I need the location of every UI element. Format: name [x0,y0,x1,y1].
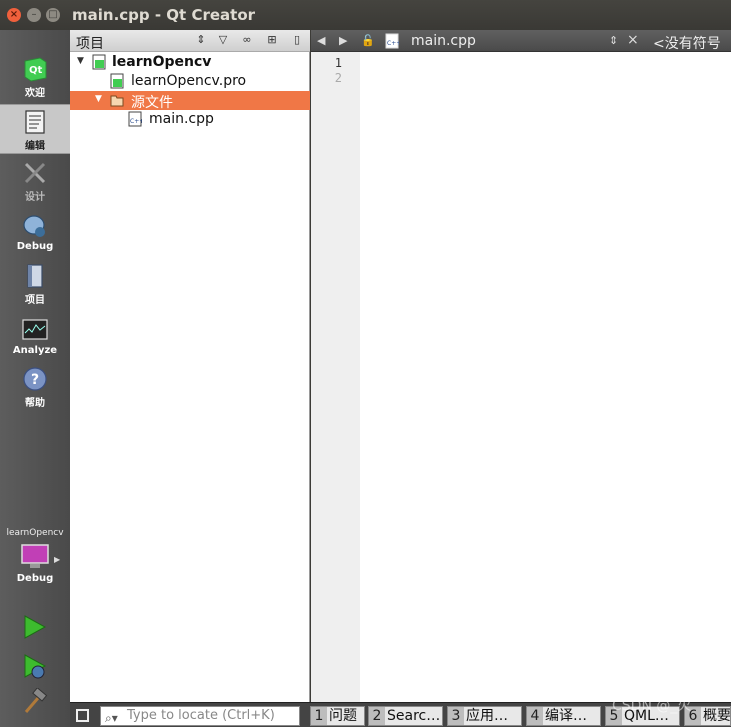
locator-placeholder: Type to locate (Ctrl+K) [127,708,275,723]
window-maximize-button[interactable]: □ [46,8,60,22]
mode-label: 编辑 [25,141,45,152]
line-number: 1 [334,56,342,70]
edit-document-icon [25,110,45,134]
mode-welcome[interactable]: Qt 欢迎 [0,56,70,104]
mode-projects[interactable]: 项目 [0,263,70,309]
search-icon: ⌕▾ [105,711,118,725]
window-close-button[interactable]: × [7,8,21,22]
output-tab-app-output[interactable]: 3 应用… [447,706,522,726]
editor-toolbar: ◀ ▶ 🔓 C++ main.cpp ⇕ × <没有符号> [311,30,731,69]
window-title: main.cpp - Qt Creator [72,6,256,24]
mode-label: Analyze [12,345,58,356]
updown-arrows-icon[interactable]: ⇕ [194,33,208,47]
locator-input[interactable]: ⌕▾ Type to locate (Ctrl+K) [100,706,300,726]
debug-run-icon[interactable] [20,652,48,680]
cpp-file-icon: C++ [385,33,399,49]
project-folder-icon [27,264,43,288]
tree-item-label: learnOpencv.pro [131,73,247,89]
monitor-icon [21,544,49,568]
mode-debug[interactable]: Debug [0,213,70,259]
mode-label: Debug [16,241,54,252]
code-editor[interactable] [360,52,731,702]
close-document-icon[interactable]: × [627,32,639,48]
help-icon: ? [23,367,47,391]
build-hammer-icon[interactable] [20,688,48,716]
tree-item-project[interactable]: ▼ learnOpencv [70,53,310,72]
updown-arrows-icon[interactable]: ⇕ [609,34,618,47]
project-tree: ▼ learnOpencv learnOpencv.pro ▼ 源文件 C++ … [70,52,310,702]
project-pane-toolbar: 项目 ⇕ ▽ ∞ ⊞ ▯ [70,30,310,52]
analyze-monitor-icon [22,319,48,340]
mode-help[interactable]: ? 帮助 [0,366,70,412]
mode-analyze[interactable]: Analyze [0,317,70,363]
line-number-gutter: 1 2 [311,52,360,702]
expand-arrow-icon[interactable]: ▼ [95,94,102,104]
svg-text:C++: C++ [130,118,142,125]
chevron-right-icon: ▶ [54,555,61,564]
split-icon[interactable]: ⊞ [265,33,279,47]
nav-forward-icon[interactable]: ▶ [339,34,347,47]
tree-item-label: 源文件 [131,95,173,111]
output-tab-compile[interactable]: 4 编译… [526,706,601,726]
expand-arrow-icon[interactable]: ▼ [77,56,84,66]
svg-text:?: ? [31,372,39,388]
toggle-sidebar-icon[interactable] [76,709,89,722]
watermark: CSDN @_火 [612,698,692,714]
mode-label: 设计 [25,192,45,203]
qt-logo-icon: Qt [24,57,47,82]
svg-text:Qt: Qt [29,65,43,76]
mode-sidebar: Qt 欢迎 编辑 设计 Debug 项目 Analyze ? 帮助 learnO… [0,30,70,727]
mode-edit[interactable]: 编辑 [0,104,70,154]
filter-icon[interactable]: ▽ [216,33,230,47]
output-tab-issues[interactable]: 1 问题 [310,706,365,726]
pro-file-icon [110,73,124,89]
design-tools-icon [24,162,46,184]
mode-design[interactable]: 设计 [0,160,70,206]
window-minimize-button[interactable]: – [27,8,41,22]
line-number: 2 [334,71,342,85]
title-bar: × – □ main.cpp - Qt Creator [0,0,731,30]
kit-project-label: learnOpencv [6,528,64,538]
qt-project-icon [92,54,106,70]
run-icon[interactable] [20,613,48,641]
open-documents-combo[interactable]: main.cpp [411,33,476,49]
nav-back-icon[interactable]: ◀ [317,34,325,47]
output-tab-search[interactable]: 2 Searc… [368,706,443,726]
tree-item-label: main.cpp [149,111,214,127]
mode-label: 帮助 [25,398,45,409]
svg-text:C++: C++ [387,40,399,47]
cpp-file-icon: C++ [128,111,142,127]
kit-selector[interactable]: Debug ▶ [0,543,70,591]
mode-label: 项目 [25,295,45,306]
mode-label: 欢迎 [25,88,45,99]
link-icon[interactable]: ∞ [240,33,254,47]
tree-item-main-cpp[interactable]: C++ main.cpp [70,110,310,129]
project-view-selector[interactable]: 项目 [76,33,104,53]
tree-item-pro-file[interactable]: learnOpencv.pro [70,72,310,91]
debug-bug-icon [23,215,45,237]
tree-item-label: learnOpencv [112,54,212,70]
lock-icon: 🔓 [361,34,375,47]
close-pane-icon[interactable]: ▯ [290,33,304,47]
tree-item-sources[interactable]: ▼ 源文件 [70,91,310,111]
source-folder-icon [110,95,124,107]
kit-build-label: Debug [16,573,54,584]
